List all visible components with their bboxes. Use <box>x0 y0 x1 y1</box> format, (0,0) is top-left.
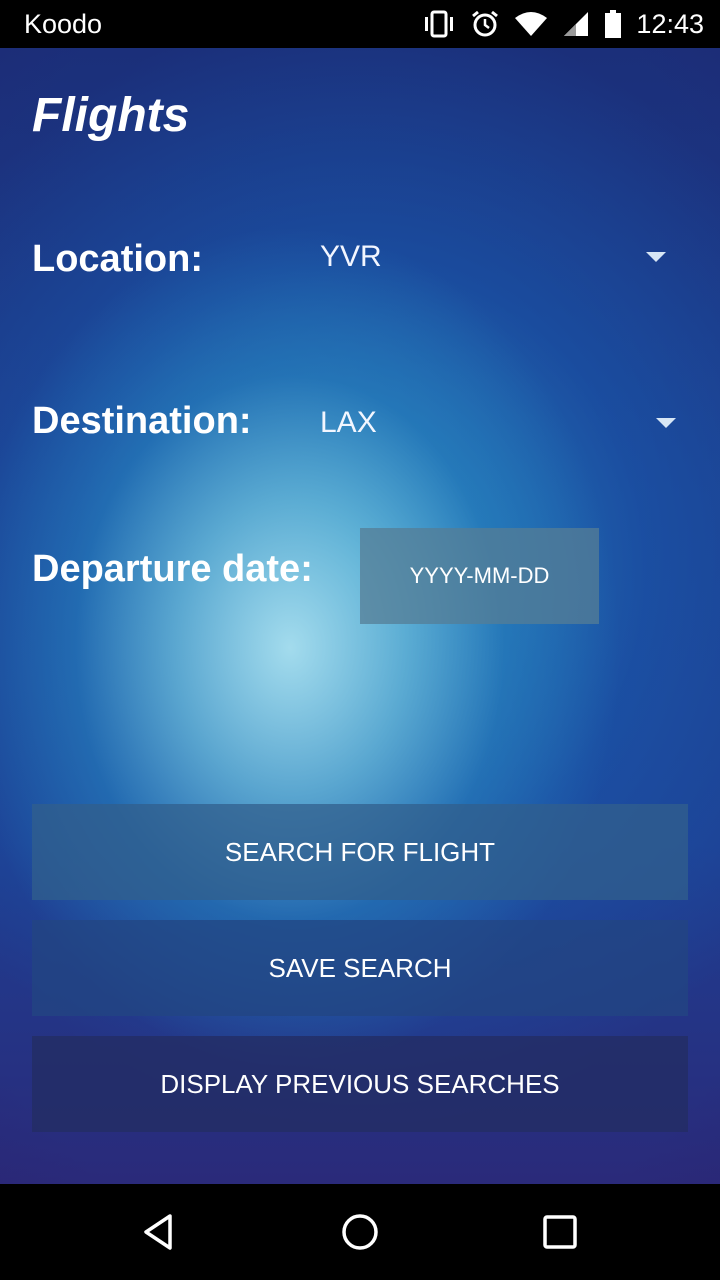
departure-date-label: Departure date: <box>32 548 313 590</box>
home-icon[interactable] <box>336 1208 384 1256</box>
status-clock: 12:43 <box>636 8 704 39</box>
vibrate-icon <box>422 10 456 38</box>
back-icon[interactable] <box>136 1208 184 1256</box>
departure-date-button[interactable]: YYYY-MM-DD <box>360 528 599 624</box>
dropdown-arrow-icon <box>656 418 676 428</box>
page-title: Flights <box>32 89 190 142</box>
display-previous-searches-button[interactable]: DISPLAY PREVIOUS SEARCHES <box>32 1036 688 1132</box>
location-label: Location: <box>32 238 203 280</box>
search-for-flight-button[interactable]: SEARCH FOR FLIGHT <box>32 804 688 900</box>
recents-icon[interactable] <box>536 1208 584 1256</box>
carrier-name: Koodo <box>24 9 103 39</box>
destination-value: LAX <box>320 406 377 439</box>
alarm-icon <box>470 9 500 39</box>
destination-spinner[interactable]: LAX <box>304 394 690 458</box>
destination-label: Destination: <box>32 400 252 442</box>
dropdown-arrow-icon <box>646 252 666 262</box>
location-value: YVR <box>320 240 382 273</box>
screen: Koodo 12:43 Flights Location: YVR Destin… <box>0 0 720 1280</box>
location-spinner[interactable]: YVR <box>304 228 680 292</box>
battery-icon <box>604 9 622 39</box>
status-icons: 12:43 <box>408 0 704 48</box>
signal-icon <box>562 10 590 38</box>
save-search-button[interactable]: SAVE SEARCH <box>32 920 688 1016</box>
flights-screen: Flights Location: YVR Destination: LAX D… <box>0 48 720 1184</box>
navigation-bar <box>0 1184 720 1280</box>
wifi-icon <box>514 11 548 37</box>
status-bar: Koodo 12:43 <box>0 0 720 48</box>
